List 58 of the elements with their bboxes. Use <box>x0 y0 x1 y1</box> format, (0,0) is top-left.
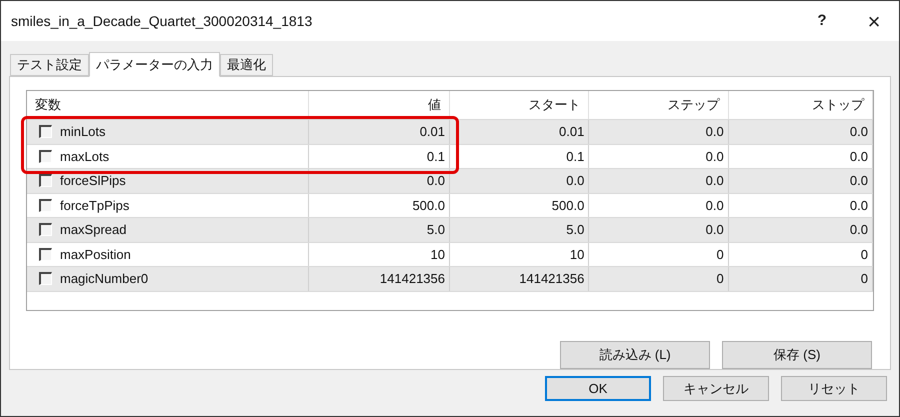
table-cell-text: 0.01 <box>559 123 584 141</box>
table-cell-text: 0.0 <box>706 148 724 166</box>
column-header[interactable]: ステップ <box>668 95 720 115</box>
table-cell-text: 0.1 <box>426 148 445 166</box>
table-cell-text: 0.0 <box>850 123 868 141</box>
table-cell-text: 0.0 <box>850 148 868 166</box>
help-button[interactable]: ? <box>807 10 837 32</box>
table-cell-text: magicNumber0 <box>60 270 148 288</box>
table-cell-text: 0.0 <box>426 172 445 190</box>
checkbox[interactable] <box>39 125 52 138</box>
checkbox[interactable] <box>39 150 52 163</box>
checkbox[interactable] <box>39 223 52 236</box>
window-title: smiles_in_a_Decade_Quartet_300020314_1813 <box>11 12 314 31</box>
tab[interactable]: パラメーターの入力 <box>89 52 220 77</box>
close-button[interactable]: × <box>859 4 889 38</box>
dialog-button[interactable]: リセット <box>781 376 887 401</box>
table-cell-text: 0.0 <box>706 123 724 141</box>
column-header[interactable]: 値 <box>428 95 441 115</box>
checkbox[interactable] <box>39 198 52 212</box>
panel-button[interactable]: 保存 (S) <box>722 341 872 369</box>
table-cell-text: 0.1 <box>566 148 584 166</box>
table-cell-text: 0.0 <box>706 196 724 214</box>
table-cell-text: 0 <box>716 246 724 264</box>
table-cell-text: maxLots <box>60 148 110 166</box>
table-cell-text: 0.01 <box>420 123 445 141</box>
table-cell-text: 0.0 <box>706 221 724 239</box>
table-cell-text: forceSlPips <box>60 172 126 190</box>
panel-button[interactable]: 読み込み (L) <box>560 341 710 369</box>
checkbox[interactable] <box>39 272 52 286</box>
table-cell-text: 0.0 <box>850 172 868 190</box>
table-cell-text: 0.0 <box>706 172 724 190</box>
table-cell-text: 10 <box>570 246 584 264</box>
table-cell-text: 10 <box>430 246 445 264</box>
table-cell-text: 0 <box>860 246 868 264</box>
column-header[interactable]: 変数 <box>35 95 61 115</box>
table-cell-text: 141421356 <box>380 270 445 288</box>
table-cell-text: forceTpPips <box>60 196 130 215</box>
table-cell-text: 500.0 <box>412 196 445 214</box>
column-header[interactable]: ストップ <box>812 95 864 115</box>
table-cell-text: maxPosition <box>60 246 131 264</box>
table-cell-text: 0 <box>860 270 868 288</box>
table-cell-text: 5.0 <box>426 221 445 239</box>
table-cell-text: 0.0 <box>566 172 584 190</box>
table-cell-text: 0 <box>716 270 724 288</box>
tab[interactable]: 最適化 <box>220 54 273 76</box>
tab[interactable]: テスト設定 <box>10 54 89 76</box>
dialog-button[interactable]: OK <box>545 376 651 401</box>
table-cell-text: 141421356 <box>519 270 584 288</box>
dialog-button[interactable]: キャンセル <box>663 376 769 401</box>
checkbox[interactable] <box>39 248 52 261</box>
column-header[interactable]: スタート <box>528 95 580 115</box>
checkbox[interactable] <box>39 174 52 188</box>
table-cell-text: maxSpread <box>60 221 126 239</box>
table-cell-text: 0.0 <box>850 221 868 239</box>
table-cell-text: minLots <box>60 123 106 141</box>
table-cell-text: 5.0 <box>566 221 584 239</box>
table-cell-text: 500.0 <box>552 196 584 214</box>
table-cell-text: 0.0 <box>850 196 868 214</box>
